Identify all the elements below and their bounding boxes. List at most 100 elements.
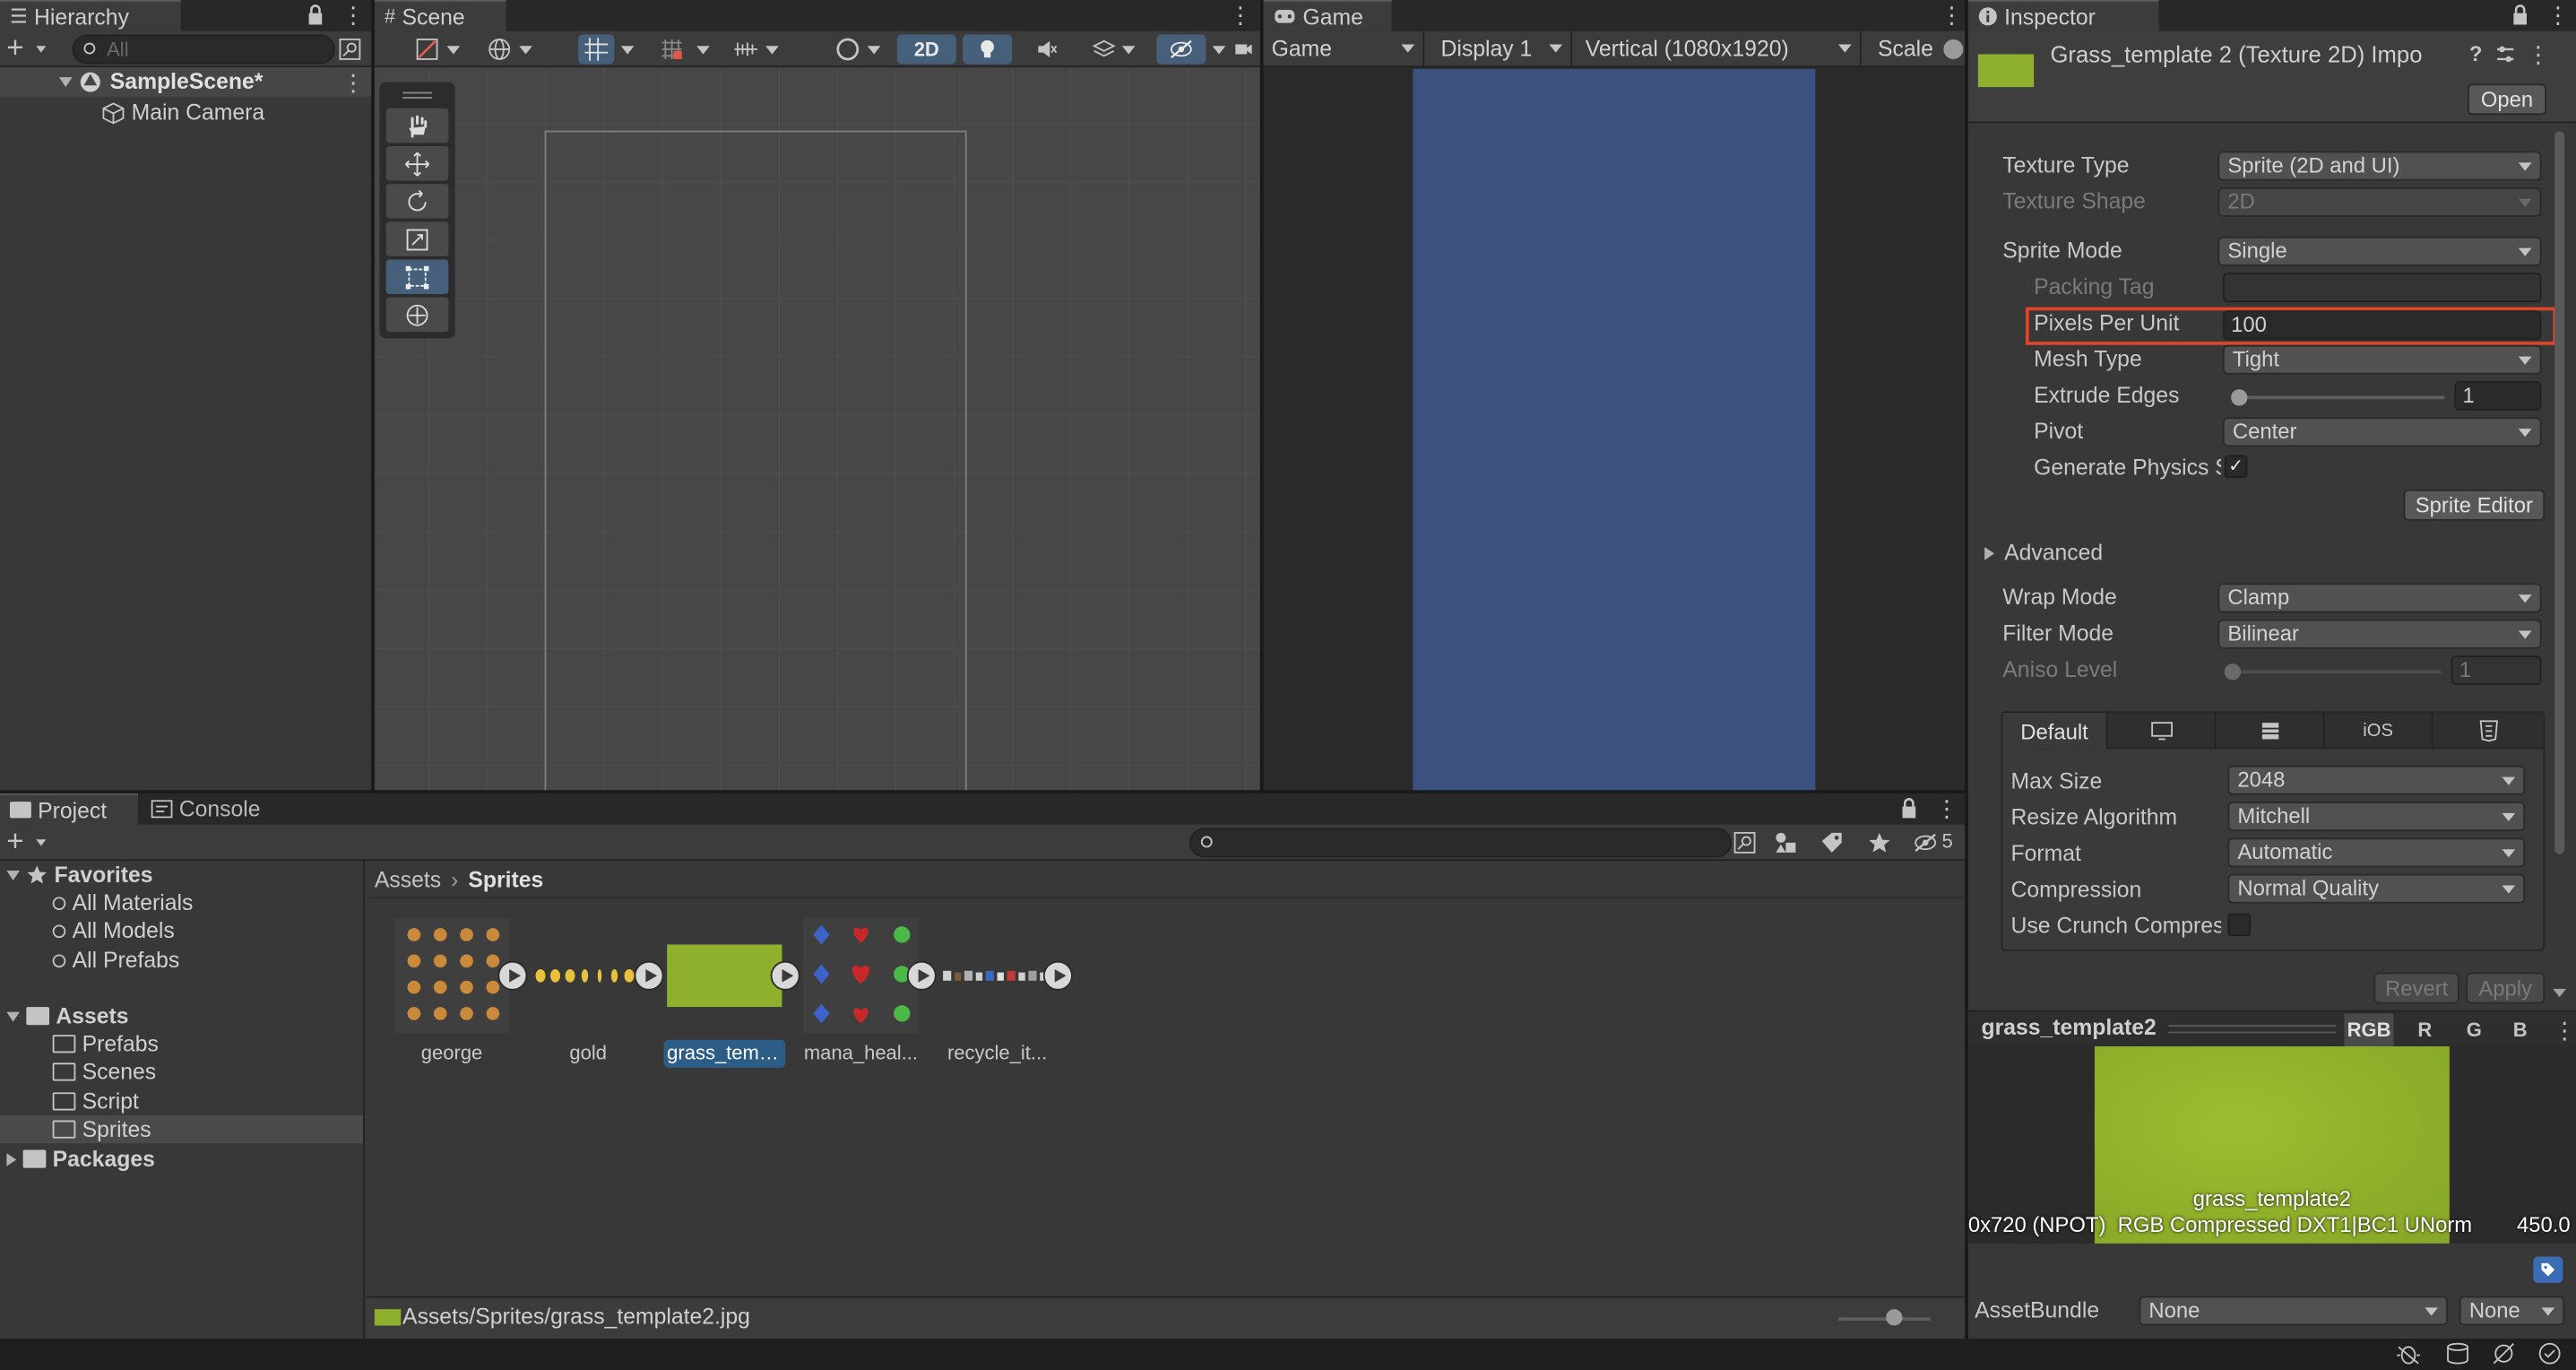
project-search-input[interactable] bbox=[1189, 828, 1732, 858]
hierarchy-menu-icon[interactable]: ⋮ bbox=[341, 2, 365, 28]
assetbundle-variant-dropdown[interactable]: None bbox=[2459, 1296, 2565, 1326]
lock-icon[interactable] bbox=[306, 4, 325, 27]
texture-type-dropdown[interactable]: Sprite (2D and UI) bbox=[2217, 151, 2542, 181]
game-view-dropdown[interactable]: Game bbox=[1264, 30, 1425, 68]
debug-bug-icon[interactable] bbox=[2395, 1342, 2421, 1366]
tab-hierarchy[interactable]: ☰ Hierarchy bbox=[0, 0, 181, 31]
sprite-mode-dropdown[interactable]: Single bbox=[2217, 236, 2542, 266]
resize-algorithm-dropdown[interactable]: Mitchell bbox=[2227, 802, 2526, 832]
apply-button[interactable]: Apply bbox=[2466, 972, 2546, 1004]
increment-snap-button[interactable] bbox=[722, 34, 788, 64]
draw-mode-button[interactable] bbox=[404, 34, 470, 64]
hidden-objects-dropdown[interactable] bbox=[1209, 34, 1229, 64]
scene-menu-icon[interactable]: ⋮ bbox=[341, 69, 365, 95]
search-scope-icon[interactable] bbox=[1733, 831, 1757, 854]
preset-icon[interactable] bbox=[2495, 44, 2515, 64]
asset-grass-template2[interactable]: grass_temp... bbox=[663, 918, 800, 1068]
favorites-foldout[interactable]: Favorites bbox=[6, 861, 153, 889]
platform-tab-server[interactable] bbox=[2217, 713, 2325, 750]
scene-row[interactable]: SampleScene* ⋮ bbox=[0, 67, 372, 98]
folder-script[interactable]: Script bbox=[52, 1088, 139, 1115]
inspector-scrollbar[interactable] bbox=[2554, 131, 2565, 854]
collab-off-icon[interactable] bbox=[2491, 1342, 2517, 1366]
assetbundle-dropdown[interactable]: None bbox=[2139, 1296, 2449, 1326]
folder-scenes[interactable]: Scenes bbox=[52, 1058, 156, 1086]
grid-dropdown[interactable] bbox=[693, 34, 713, 64]
breadcrumb-assets[interactable]: Assets bbox=[375, 867, 441, 891]
grid-snapping-button[interactable] bbox=[653, 34, 689, 64]
assets-foldout[interactable]: Assets bbox=[6, 1002, 128, 1030]
asset-recycle-items[interactable]: recycle_it... bbox=[937, 918, 1073, 1068]
wrap-mode-dropdown[interactable]: Clamp bbox=[2217, 583, 2542, 613]
component-menu-icon[interactable]: ⋮ bbox=[2527, 41, 2550, 67]
resolution-dropdown[interactable]: Vertical (1080x1920) bbox=[1576, 30, 1862, 68]
progress-check-icon[interactable] bbox=[2537, 1342, 2563, 1366]
preview-menu-icon[interactable]: ⋮ bbox=[2553, 1017, 2576, 1043]
favorite-all-materials[interactable]: All Materials bbox=[52, 889, 193, 916]
search-by-type-icon[interactable] bbox=[339, 38, 362, 61]
draw-mode-sphere-button[interactable] bbox=[825, 34, 890, 64]
create-dropdown-arrow-icon[interactable] bbox=[36, 839, 47, 846]
expand-sprites-play-icon[interactable] bbox=[906, 960, 937, 991]
hierarchy-item-main-camera[interactable]: Main Camera bbox=[102, 99, 264, 126]
lighting-toggle-button[interactable] bbox=[963, 34, 1013, 65]
hidden-objects-toggle-button[interactable] bbox=[1156, 34, 1206, 65]
filter-by-type-icon[interactable] bbox=[1775, 831, 1798, 854]
project-menu-icon[interactable]: ⋮ bbox=[1935, 795, 1958, 821]
packages-foldout[interactable]: Packages bbox=[6, 1145, 155, 1173]
mesh-type-dropdown[interactable]: Tight bbox=[2222, 344, 2542, 375]
effects-toggle-button[interactable] bbox=[1081, 34, 1146, 64]
add-icon[interactable]: + bbox=[6, 33, 23, 63]
lock-icon[interactable] bbox=[2511, 4, 2530, 27]
filter-mode-dropdown[interactable]: Bilinear bbox=[2217, 619, 2542, 649]
hierarchy-search-input[interactable]: All bbox=[72, 34, 335, 65]
preview-drag-bar[interactable] bbox=[2168, 1025, 2337, 1034]
advanced-foldout[interactable]: Advanced bbox=[1984, 539, 2103, 567]
max-size-dropdown[interactable]: 2048 bbox=[2227, 765, 2526, 795]
platform-tab-default[interactable]: Default bbox=[2002, 713, 2108, 750]
channel-r-button[interactable]: R bbox=[2405, 1013, 2444, 1046]
tab-console[interactable]: Console bbox=[141, 793, 280, 825]
move-tool-button[interactable] bbox=[385, 146, 449, 181]
expand-sprites-play-icon[interactable] bbox=[634, 960, 664, 991]
platform-tab-webgl[interactable] bbox=[2433, 713, 2544, 749]
label-tag-icon[interactable] bbox=[2533, 1256, 2563, 1283]
asset-mana-health[interactable]: mana_heal... bbox=[800, 918, 937, 1068]
scale-tool-button[interactable] bbox=[385, 221, 449, 256]
channel-g-button[interactable]: G bbox=[2454, 1013, 2494, 1046]
rect-tool-button[interactable] bbox=[385, 259, 449, 294]
folder-sprites[interactable]: Sprites bbox=[52, 1115, 151, 1143]
use-crunch-checkbox[interactable] bbox=[2227, 913, 2252, 937]
favorite-all-prefabs[interactable]: All Prefabs bbox=[52, 946, 179, 974]
asset-george[interactable]: george bbox=[391, 918, 528, 1068]
favorite-star-icon[interactable] bbox=[1868, 831, 1891, 854]
scale-slider-knob[interactable] bbox=[1943, 39, 1964, 59]
expand-sprites-play-icon[interactable] bbox=[497, 960, 528, 991]
sprite-editor-button[interactable]: Sprite Editor bbox=[2403, 489, 2546, 521]
cache-server-icon[interactable] bbox=[2444, 1342, 2470, 1366]
extrude-edges-slider-knob[interactable] bbox=[2231, 389, 2248, 406]
inspector-menu-icon[interactable]: ⋮ bbox=[2546, 2, 2570, 28]
expand-sprites-play-icon[interactable] bbox=[770, 960, 800, 991]
tab-inspector[interactable]: Inspector bbox=[1967, 0, 2159, 31]
channel-b-button[interactable]: B bbox=[2501, 1013, 2540, 1046]
extrude-edges-slider-track[interactable] bbox=[2234, 395, 2445, 400]
expand-arrow-icon[interactable] bbox=[58, 77, 73, 88]
pixels-per-unit-input[interactable]: 100 bbox=[2222, 310, 2542, 341]
tab-project[interactable]: Project bbox=[0, 793, 138, 825]
audio-toggle-button[interactable] bbox=[1022, 34, 1071, 64]
lock-icon[interactable] bbox=[1899, 797, 1919, 820]
packing-tag-input[interactable] bbox=[2222, 273, 2542, 303]
platform-tab-ios[interactable]: iOS bbox=[2325, 713, 2433, 750]
pivot-dropdown[interactable]: Center bbox=[2222, 417, 2542, 447]
overlay-drag-handle[interactable] bbox=[402, 91, 433, 99]
asset-gold[interactable]: gold bbox=[527, 918, 664, 1068]
transform-tool-button[interactable] bbox=[385, 297, 449, 333]
favorite-all-models[interactable]: All Models bbox=[52, 916, 175, 944]
scene-view-globe-button[interactable] bbox=[477, 34, 542, 64]
2d-mode-button[interactable]: 2D bbox=[896, 34, 956, 65]
icon-size-slider-knob[interactable] bbox=[1886, 1309, 1903, 1326]
snap-toggle-button[interactable] bbox=[578, 34, 615, 65]
scene-menu-icon[interactable]: ⋮ bbox=[1229, 2, 1252, 28]
tab-game[interactable]: Game bbox=[1263, 0, 1392, 31]
